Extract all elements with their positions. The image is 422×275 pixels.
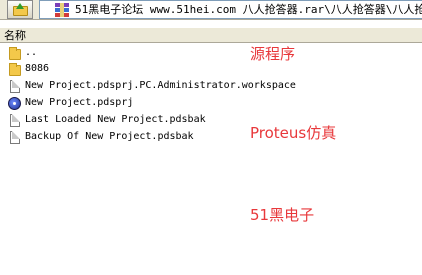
folder-icon <box>9 63 21 76</box>
address-toolbar: 51黑电子论坛 www.51hei.com 八人抢答器.rar\八人抢答器\八人… <box>0 0 422 20</box>
file-name: New Project.pdsprj <box>25 97 134 108</box>
folder-icon <box>9 47 21 60</box>
list-item-folder[interactable]: 8086 <box>0 61 260 77</box>
address-bar[interactable]: 51黑电子论坛 www.51hei.com 八人抢答器.rar\八人抢答器\八人… <box>39 0 422 19</box>
proteus-project-icon <box>8 97 21 110</box>
up-folder-button[interactable] <box>7 0 33 19</box>
file-name: Last Loaded New Project.pdsbak <box>25 114 206 125</box>
list-item-parent[interactable]: .. <box>0 45 260 61</box>
document-icon <box>10 114 20 127</box>
list-item-file[interactable]: New Project.pdsprj.PC.Administrator.work… <box>0 78 296 94</box>
up-arrow-icon <box>16 3 24 9</box>
list-item-file[interactable]: Last Loaded New Project.pdsbak <box>0 112 260 128</box>
winrar-archive-icon <box>55 3 69 17</box>
file-name: New Project.pdsprj.PC.Administrator.work… <box>25 80 296 91</box>
list-item-file[interactable]: Backup Of New Project.pdsbak <box>0 129 260 145</box>
address-path: 51黑电子论坛 www.51hei.com 八人抢答器.rar\八人抢答器\八人… <box>75 3 422 16</box>
document-icon <box>10 80 20 93</box>
annotation-brand: 51黑电子 <box>250 206 315 224</box>
annotation-proteus-sim: Proteus仿真 <box>250 124 337 142</box>
file-name: 8086 <box>25 63 50 74</box>
column-header-name[interactable]: 名称 <box>4 29 26 42</box>
document-icon <box>10 131 20 144</box>
file-name: .. <box>25 47 38 58</box>
file-name: Backup Of New Project.pdsbak <box>25 131 194 142</box>
annotation-source-code: 源程序 <box>250 45 296 63</box>
list-item-file[interactable]: New Project.pdsprj <box>0 95 260 111</box>
file-list-header: 名称 <box>0 27 422 43</box>
